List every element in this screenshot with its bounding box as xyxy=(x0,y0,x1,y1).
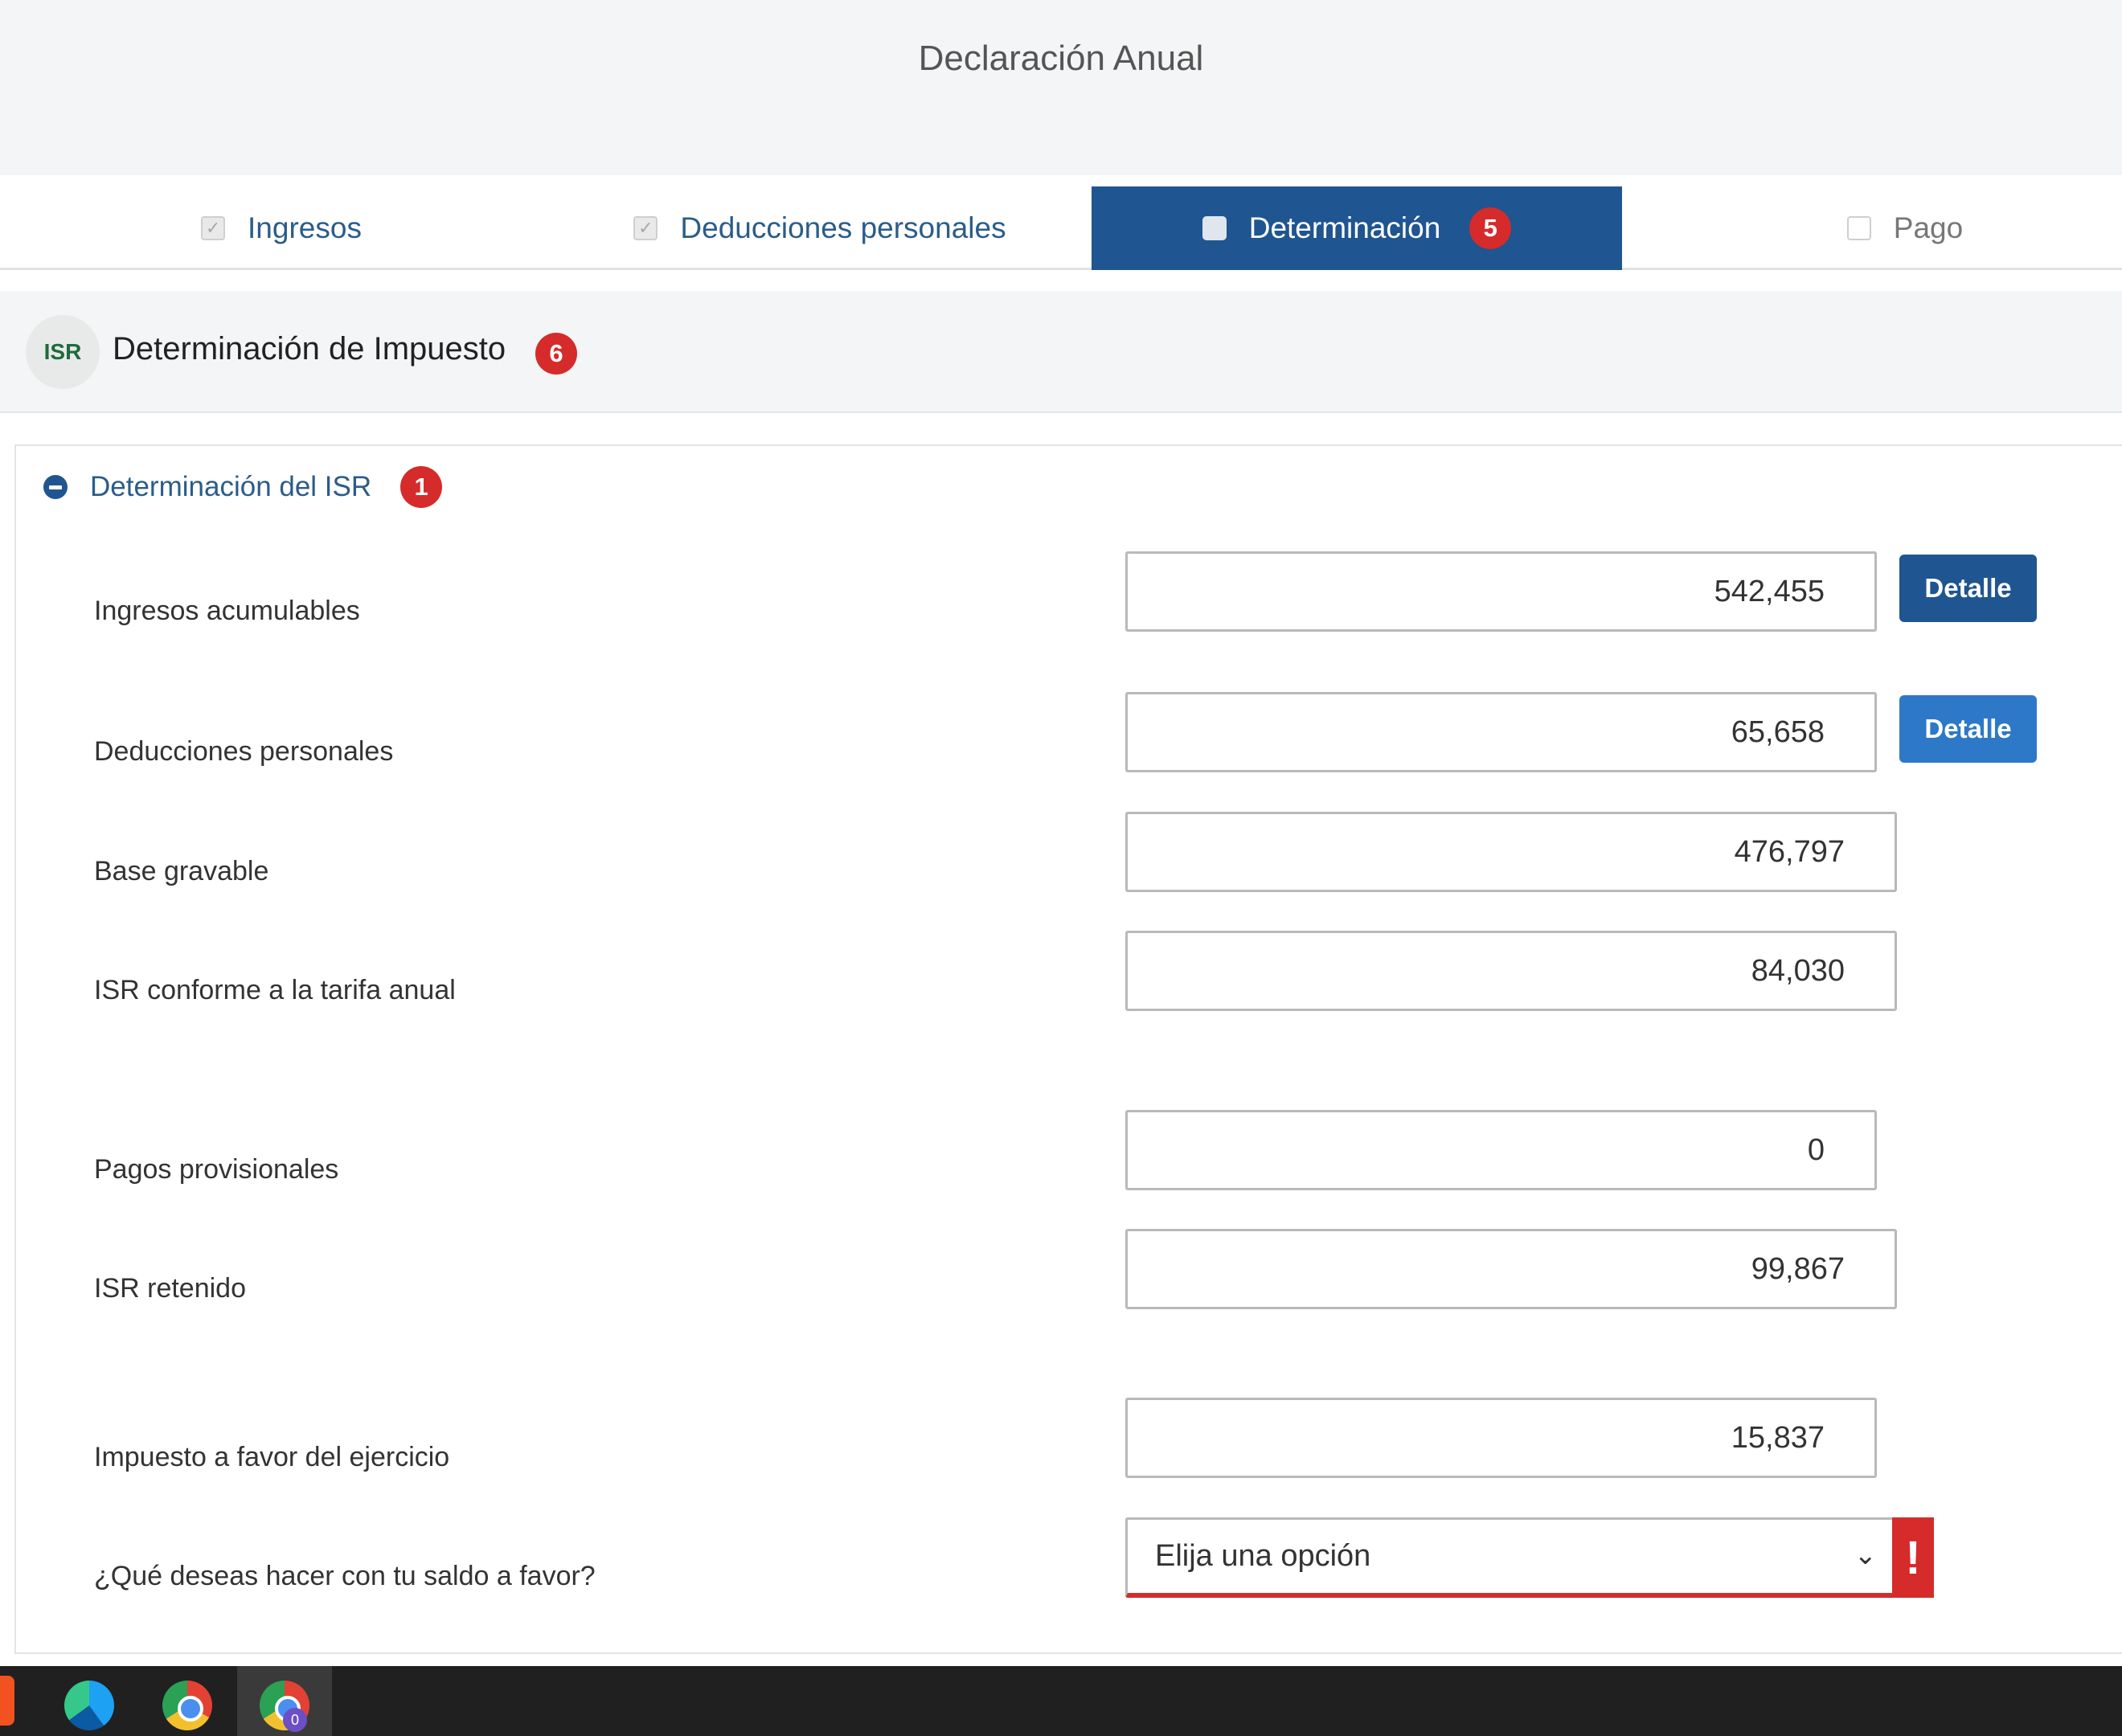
checkbox-icon: ✓ xyxy=(201,216,226,240)
subsection-count-badge: 1 xyxy=(400,466,443,508)
tab-label: Ingresos xyxy=(248,211,362,244)
checkbox-icon: ✓ xyxy=(633,216,658,240)
isr-icon: ISR xyxy=(26,315,100,389)
field-isr-tarifa-anual[interactable]: 84,030 xyxy=(1125,931,1897,1011)
label-isr-retenido: ISR retenido xyxy=(94,1273,246,1304)
chevron-down-icon: ⌄ xyxy=(1854,1540,1878,1570)
label-base-gravable: Base gravable xyxy=(94,856,269,886)
label-ingresos-acumulables: Ingresos acumulables xyxy=(94,596,360,626)
error-icon: ! xyxy=(1892,1517,1934,1598)
taskbar: 0 xyxy=(0,1666,2122,1736)
tab-determinacion[interactable]: Determinación 5 xyxy=(1092,186,1622,270)
section-header: ISR Determinación de Impuesto xyxy=(0,291,2122,413)
subsection-title: Determinación del ISR xyxy=(90,471,372,502)
field-isr-retenido[interactable]: 99,867 xyxy=(1125,1229,1897,1309)
label-pagos-provisionales: Pagos provisionales xyxy=(94,1154,339,1185)
page-header: Declaración Anual xyxy=(0,0,2122,175)
label-deducciones-personales: Deducciones personales xyxy=(94,736,394,767)
collapse-toggle[interactable]: Determinación del ISR 1 xyxy=(43,465,443,510)
label-saldo-a-favor: ¿Qué deseas hacer con tu saldo a favor? xyxy=(94,1561,596,1591)
section-count-badge: 6 xyxy=(535,333,577,375)
tab-label: Determinación xyxy=(1248,211,1441,244)
detalle-button-deducciones[interactable]: Detalle xyxy=(1899,695,2037,763)
field-pagos-provisionales[interactable]: 0 xyxy=(1125,1110,1877,1190)
checkbox-icon xyxy=(1202,216,1227,240)
tab-count-badge: 5 xyxy=(1469,207,1512,249)
minus-circle-icon[interactable] xyxy=(43,475,68,499)
field-ingresos-acumulables[interactable]: 542,455 xyxy=(1125,551,1877,632)
tab-ingresos[interactable]: ✓ Ingresos xyxy=(185,186,378,270)
field-impuesto-a-favor[interactable]: 15,837 xyxy=(1125,1398,1877,1478)
select-value: Elija una opción xyxy=(1155,1539,1371,1573)
tab-label: Deducciones personales xyxy=(680,211,1006,244)
section-title: Determinación de Impuesto xyxy=(113,331,506,366)
step-tabs: ✓ Ingresos ✓ Deducciones personales Dete… xyxy=(0,175,2122,270)
edge-browser-icon[interactable] xyxy=(64,1681,114,1730)
tab-deducciones-personales[interactable]: ✓ Deducciones personales xyxy=(627,186,1013,270)
tab-pago[interactable]: Pago xyxy=(1825,186,1985,270)
label-isr-tarifa-anual: ISR conforme a la tarifa anual xyxy=(94,975,456,1005)
brave-browser-icon[interactable] xyxy=(0,1676,14,1726)
saldo-a-favor-select[interactable]: Elija una opción ⌄ xyxy=(1125,1517,1897,1598)
tab-label: Pago xyxy=(1893,211,1964,244)
page-title: Declaración Anual xyxy=(918,39,1204,78)
label-impuesto-a-favor: Impuesto a favor del ejercicio xyxy=(94,1442,450,1472)
field-deducciones-personales[interactable]: 65,658 xyxy=(1125,692,1877,772)
detalle-button-ingresos[interactable]: Detalle xyxy=(1899,555,2037,622)
checkbox-icon xyxy=(1846,216,1871,240)
profile-badge: 0 xyxy=(283,1708,307,1732)
field-base-gravable[interactable]: 476,797 xyxy=(1125,812,1897,892)
chrome-browser-icon[interactable] xyxy=(162,1681,212,1730)
